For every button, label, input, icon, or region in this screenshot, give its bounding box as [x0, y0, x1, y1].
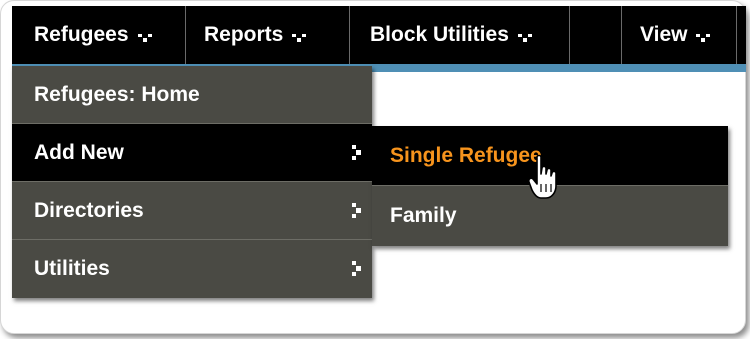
submenu-item-label: Single Refugee — [390, 143, 542, 167]
menubar-item-view[interactable]: View — [622, 6, 737, 64]
menu-item-label: Add New — [34, 140, 124, 164]
menubar-filler — [737, 6, 746, 64]
chevron-right-icon — [352, 261, 361, 276]
submenu-item-label: Family — [390, 204, 457, 227]
menubar-item-reports[interactable]: Reports — [186, 6, 350, 64]
top-menubar: Refugees Reports Block Utilities View — [12, 6, 746, 72]
menu-item-label: Utilities — [34, 257, 110, 280]
chevron-right-icon — [352, 145, 361, 160]
menu-item-label: Refugees: Home — [34, 82, 200, 106]
menu-item-refugees-home[interactable]: Refugees: Home — [12, 66, 372, 124]
chevron-down-icon — [696, 34, 711, 42]
menu-item-directories[interactable]: Directories — [12, 182, 372, 240]
chevron-right-icon — [352, 203, 361, 218]
menubar-item-refugees[interactable]: Refugees — [12, 6, 186, 64]
chevron-down-icon — [517, 34, 532, 42]
chevron-down-icon — [137, 34, 152, 42]
hand-pointer-cursor-icon — [528, 154, 557, 199]
menu-item-add-new[interactable]: Add New — [12, 124, 372, 182]
menubar-item-label: View — [640, 23, 688, 46]
menu-item-label: Directories — [34, 198, 144, 222]
menubar-item-label: Reports — [204, 23, 284, 46]
menubar-item-label: Block Utilities — [370, 23, 509, 46]
menubar-item-label: Refugees — [34, 23, 129, 46]
chevron-down-icon — [292, 34, 307, 42]
menubar-item-blank[interactable] — [570, 6, 622, 64]
refugees-dropdown-menu: Refugees: Home Add New Directories Utili… — [12, 66, 372, 298]
menu-item-utilities[interactable]: Utilities — [12, 240, 372, 298]
menubar-item-block-utilities[interactable]: Block Utilities — [350, 6, 570, 64]
